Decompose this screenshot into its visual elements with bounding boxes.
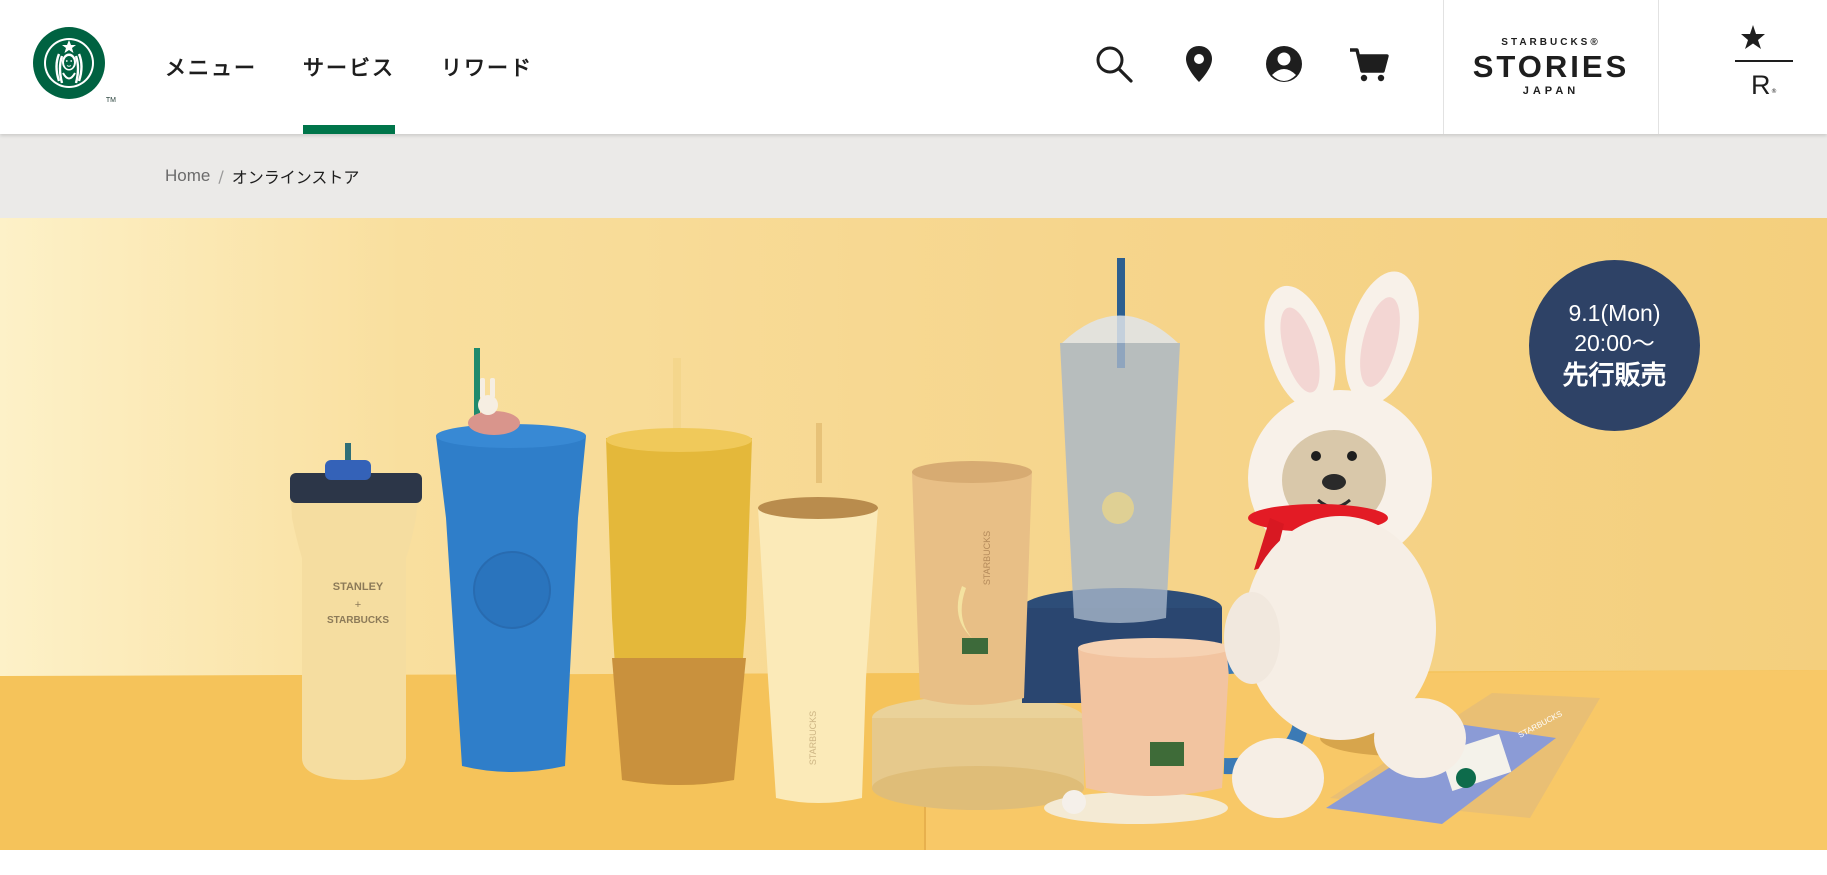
amber-glass-tumbler <box>606 358 752 785</box>
site-header: TM メニュー サービス リワード STARBUCKS® STORIES JAP… <box>0 0 1827 134</box>
stanley-plus: + <box>355 599 361 611</box>
main-nav: メニュー サービス リワード <box>165 0 579 134</box>
nav-item-menu[interactable]: メニュー <box>165 0 257 134</box>
cart-button[interactable] <box>1345 40 1393 88</box>
account-icon <box>1266 46 1302 82</box>
star-icon <box>1741 25 1765 49</box>
presale-badge: 9.1(Mon) 20:00〜 先行販売 <box>1529 260 1700 431</box>
badge-date: 9.1(Mon) <box>1568 299 1661 326</box>
breadcrumb-home-link[interactable]: Home <box>165 166 210 186</box>
nav-item-services[interactable]: サービス <box>303 0 395 134</box>
stanley-label: STANLEY <box>333 581 384 593</box>
starbucks-reserve-link[interactable]: R ® <box>1658 0 1827 134</box>
breadcrumb-current: オンラインストア <box>231 168 360 187</box>
breadcrumb-separator: / <box>218 166 224 186</box>
clear-dome-cold-cup <box>1060 258 1180 623</box>
logo-trademark: TM <box>105 97 116 104</box>
store-locator-button[interactable] <box>1175 40 1223 88</box>
search-button[interactable] <box>1090 40 1138 88</box>
reserve-trademark: ® <box>1771 88 1777 95</box>
stanley-starbucks-label: STARBUCKS <box>327 615 389 626</box>
starbucks-stories-link[interactable]: STARBUCKS® STORIES JAPAN <box>1443 0 1658 134</box>
beige-moon-tumbler: STARBUCKS <box>912 461 1032 705</box>
cream-tumbler-brand: STARBUCKS <box>808 711 818 765</box>
location-pin-icon <box>1186 46 1212 82</box>
search-icon <box>1096 46 1133 83</box>
siren-logo-icon <box>33 27 105 99</box>
badge-time: 20:00〜 <box>1574 329 1655 356</box>
breadcrumb: Home / オンラインストア <box>0 134 1827 218</box>
reserve-divider <box>1735 60 1793 62</box>
blue-studded-tumbler <box>436 348 586 772</box>
cart-icon <box>1350 48 1389 82</box>
moon-tumbler-brand: STARBUCKS <box>982 531 992 585</box>
reserve-letter: R <box>1751 70 1771 100</box>
hero-banner[interactable]: STANLEY + STARBUCKS STARBUCKS STARBUCKS … <box>0 218 1827 850</box>
nav-item-rewards[interactable]: リワード <box>441 0 533 134</box>
stories-brand: STARBUCKS® <box>1501 37 1601 48</box>
stories-region: JAPAN <box>1522 85 1580 97</box>
stories-title: STORIES <box>1472 49 1630 84</box>
stanley-tumbler: STANLEY + STARBUCKS <box>290 443 422 780</box>
account-button[interactable] <box>1260 40 1308 88</box>
header-icon-bar <box>1090 40 1430 88</box>
starbucks-logo[interactable]: TM <box>32 26 116 104</box>
badge-presale-label: 先行販売 <box>1562 360 1667 391</box>
cream-tumbler: STARBUCKS <box>758 423 878 803</box>
